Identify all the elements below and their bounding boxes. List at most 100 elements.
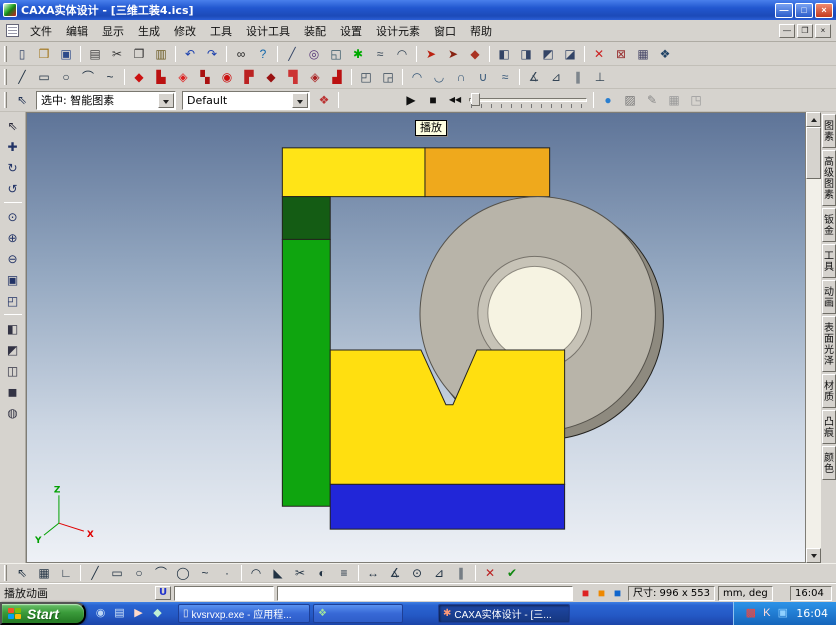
view-config-icon-1[interactable]: ◧ bbox=[493, 44, 515, 64]
revolve-icon[interactable]: ◎ bbox=[303, 44, 325, 64]
grid-toggle-icon[interactable]: ▦ bbox=[33, 565, 55, 582]
surface-tool-icon-4[interactable]: ∪ bbox=[472, 67, 494, 87]
constraint-icon[interactable]: ⊿ bbox=[428, 565, 450, 582]
render-tool-icon-2[interactable]: ➤ bbox=[442, 44, 464, 64]
surface-tool-icon-3[interactable]: ∩ bbox=[450, 67, 472, 87]
feature-tool-icon-8[interactable]: ▜ bbox=[282, 67, 304, 87]
select-arrow-icon[interactable]: ⇖ bbox=[2, 115, 24, 136]
parallel-icon[interactable]: ∥ bbox=[450, 565, 472, 582]
surface-tool-icon-5[interactable]: ≈ bbox=[494, 67, 516, 87]
rotate-view-icon[interactable]: ↻ bbox=[2, 157, 24, 178]
side-tab-surface-finish[interactable]: 表面光泽 bbox=[822, 316, 836, 372]
quick-launch-desktop-icon[interactable]: ▤ bbox=[111, 605, 128, 622]
tray-network-icon[interactable]: ▣ bbox=[775, 606, 790, 622]
status-field-1[interactable] bbox=[174, 586, 274, 601]
mdi-close-button[interactable]: × bbox=[815, 24, 831, 38]
menu-help[interactable]: 帮助 bbox=[463, 20, 499, 42]
circle-2d-icon[interactable]: ○ bbox=[128, 565, 150, 582]
status-app-icon[interactable]: U bbox=[155, 586, 171, 600]
ellipse-2d-icon[interactable]: ◯ bbox=[172, 565, 194, 582]
front-view-icon[interactable]: ◧ bbox=[2, 318, 24, 339]
toolbar-grip[interactable] bbox=[4, 69, 7, 85]
part-roll-bore[interactable] bbox=[488, 266, 582, 360]
view-config-icon-2[interactable]: ◨ bbox=[515, 44, 537, 64]
spin-view-icon[interactable]: ↺ bbox=[2, 178, 24, 199]
smart-motion-icon[interactable]: ✱ bbox=[347, 44, 369, 64]
menu-file[interactable]: 文件 bbox=[23, 20, 59, 42]
dim-angle-icon[interactable]: ∡ bbox=[384, 565, 406, 582]
dim-linear-icon[interactable]: ↔ bbox=[362, 565, 384, 582]
line-3d-icon[interactable]: ╱ bbox=[281, 44, 303, 64]
print-icon[interactable]: ▤ bbox=[84, 44, 106, 64]
side-tab-material[interactable]: 材质 bbox=[822, 374, 836, 408]
menu-design-tools[interactable]: 设计工具 bbox=[239, 20, 297, 42]
close-button[interactable]: × bbox=[815, 3, 833, 18]
feature-tool-icon-1[interactable]: ◆ bbox=[128, 67, 150, 87]
selection-filter-icon[interactable]: ⇖ bbox=[11, 90, 33, 110]
parallel-constraint-icon[interactable]: ∥ bbox=[567, 67, 589, 87]
paste-icon[interactable]: ▥ bbox=[150, 44, 172, 64]
texture-icon[interactable]: ▨ bbox=[619, 90, 641, 110]
part-column-dark-green[interactable] bbox=[282, 197, 330, 240]
feature-tool-icon-3[interactable]: ◈ bbox=[172, 67, 194, 87]
fit-view-icon[interactable]: ◰ bbox=[2, 290, 24, 311]
corner-view-icon[interactable]: ◳ bbox=[685, 90, 707, 110]
ime-icon-orange[interactable]: ■ bbox=[594, 586, 609, 601]
mirror-2d-icon[interactable]: ◐ bbox=[311, 565, 333, 582]
side-tab-tools[interactable]: 工具 bbox=[822, 244, 836, 278]
part-column-green[interactable] bbox=[282, 239, 330, 506]
ime-icon-red[interactable]: ■ bbox=[578, 586, 593, 601]
feature-tool-icon-2[interactable]: ▙ bbox=[150, 67, 172, 87]
side-tab-sheet-metal[interactable]: 钣金 bbox=[822, 208, 836, 242]
material-ball-icon[interactable]: ● bbox=[597, 90, 619, 110]
redo-icon[interactable]: ↷ bbox=[201, 44, 223, 64]
chamfer-2d-icon[interactable]: ◣ bbox=[267, 565, 289, 582]
context-help-icon[interactable]: ? bbox=[252, 44, 274, 64]
menu-edit[interactable]: 编辑 bbox=[59, 20, 95, 42]
side-tab-advanced-elements[interactable]: 高级图素 bbox=[822, 150, 836, 206]
ortho-toggle-icon[interactable]: ∟ bbox=[55, 565, 77, 582]
selection-combo[interactable]: 选中: 智能图素 bbox=[36, 91, 176, 110]
sketch-select-icon[interactable]: ⇖ bbox=[11, 565, 33, 582]
side-tab-bump[interactable]: 凸痕 bbox=[822, 410, 836, 444]
ime-icon-blue[interactable]: ■ bbox=[610, 586, 625, 601]
toolbar-grip[interactable] bbox=[4, 46, 7, 62]
surface-tool-icon-1[interactable]: ◠ bbox=[406, 67, 428, 87]
side-tab-animation[interactable]: 动画 bbox=[822, 280, 836, 314]
scroll-down-icon[interactable] bbox=[806, 548, 821, 563]
open-folder-icon[interactable]: ❒ bbox=[33, 44, 55, 64]
menu-assembly[interactable]: 装配 bbox=[297, 20, 333, 42]
view-config-icon-4[interactable]: ◪ bbox=[559, 44, 581, 64]
rect-2d-icon[interactable]: ▭ bbox=[106, 565, 128, 582]
measure-angle-icon[interactable]: ∡ bbox=[523, 67, 545, 87]
minimize-button[interactable]: — bbox=[775, 3, 793, 18]
new-file-icon[interactable]: ▯ bbox=[11, 44, 33, 64]
chevron-down-icon[interactable] bbox=[158, 93, 174, 108]
sketch-circle-icon[interactable]: ○ bbox=[55, 67, 77, 87]
3d-viewport[interactable]: Z X Y 播放 bbox=[26, 112, 806, 563]
sketch-arc-icon[interactable]: ⌒ bbox=[77, 67, 99, 87]
copy-icon[interactable]: ❐ bbox=[128, 44, 150, 64]
task-caxa[interactable]: ✱CAXA实体设计 - [三... bbox=[438, 604, 570, 623]
menu-generate[interactable]: 生成 bbox=[131, 20, 167, 42]
line-2d-icon[interactable]: ╱ bbox=[84, 565, 106, 582]
erase-icon[interactable]: ✕ bbox=[588, 44, 610, 64]
menu-settings[interactable]: 设置 bbox=[333, 20, 369, 42]
zoom-window-icon[interactable]: ▣ bbox=[2, 269, 24, 290]
zoom-icon[interactable]: ⊙ bbox=[2, 206, 24, 227]
scroll-thumb[interactable] bbox=[806, 127, 821, 179]
confirm-2d-icon[interactable]: ✔ bbox=[501, 565, 523, 582]
fillet-2d-icon[interactable]: ◠ bbox=[245, 565, 267, 582]
box-feature-icon[interactable]: ◱ bbox=[325, 44, 347, 64]
toolbar-grip[interactable] bbox=[4, 565, 7, 581]
render-mode-icon[interactable]: ◍ bbox=[2, 402, 24, 423]
arc-2d-icon[interactable]: ⌒ bbox=[150, 565, 172, 582]
tray-antivirus-icon-1[interactable]: ▩ bbox=[743, 606, 758, 622]
status-field-2[interactable] bbox=[277, 586, 573, 601]
cut-icon[interactable]: ✂ bbox=[106, 44, 128, 64]
offset-2d-icon[interactable]: ≡ bbox=[333, 565, 355, 582]
snap-grid-icon[interactable]: ▦ bbox=[663, 90, 685, 110]
quick-launch-player-icon[interactable]: ▶ bbox=[130, 605, 147, 622]
view-config-icon-3[interactable]: ◩ bbox=[537, 44, 559, 64]
scroll-track[interactable] bbox=[806, 179, 821, 548]
